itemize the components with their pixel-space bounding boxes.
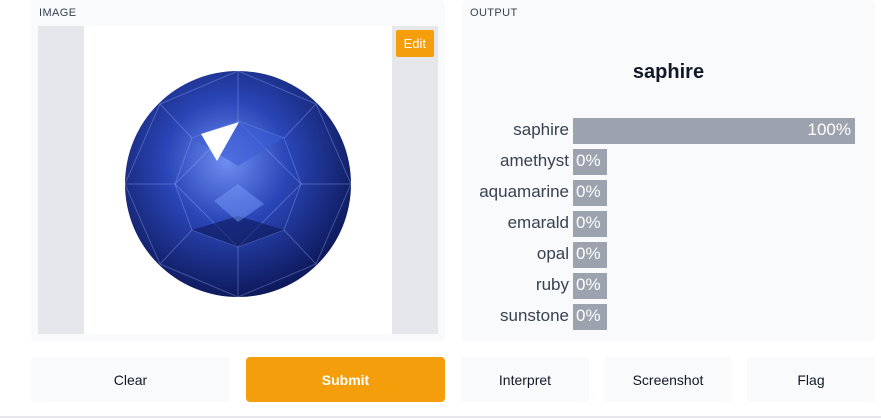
confidence-percent: 0% [576, 275, 601, 294]
uploaded-image [84, 26, 392, 334]
image-frame[interactable]: Edit [38, 26, 438, 334]
flag-button[interactable]: Flag [747, 357, 875, 402]
confidence-percent: 100% [807, 120, 851, 139]
confidence-row: amethyst 0% [462, 149, 875, 175]
submit-button[interactable]: Submit [246, 357, 445, 402]
confidence-percent: 0% [576, 151, 601, 170]
confidence-percent: 0% [576, 182, 601, 201]
image-label: IMAGE [39, 7, 77, 19]
class-name: opal [536, 244, 569, 263]
confidence-bar: 0% [573, 149, 607, 175]
confidence-row: emarald 0% [462, 211, 875, 237]
confidence-bar: 0% [573, 304, 607, 330]
confidence-percent: 0% [576, 213, 601, 232]
class-name: amethyst [500, 151, 569, 170]
screenshot-button[interactable]: Screenshot [604, 357, 732, 402]
confidence-row: opal 0% [462, 242, 875, 268]
confidence-bar: 0% [573, 242, 607, 268]
sapphire-gem-image [124, 70, 352, 298]
interpret-button[interactable]: Interpret [461, 357, 589, 402]
class-name: saphire [513, 120, 569, 139]
class-name: sunstone [500, 306, 569, 325]
divider [0, 416, 881, 418]
confidence-row: saphire 100% [462, 118, 875, 144]
confidence-percent: 0% [576, 244, 601, 263]
confidence-percent: 0% [576, 306, 601, 325]
output-panel: OUTPUT saphire saphire 100% amethyst 0% aqua… [462, 0, 875, 341]
confidence-bar: 0% [573, 273, 607, 299]
edit-button[interactable]: Edit [395, 30, 434, 57]
confidence-row: aquamarine 0% [462, 180, 875, 206]
class-name: emarald [507, 213, 569, 232]
predicted-label: saphire [632, 61, 705, 83]
image-input-panel: IMAGE Edit [31, 0, 445, 341]
confidence-bar: 100% [573, 118, 855, 144]
confidence-row: sunstone 0% [462, 304, 875, 330]
confidence-bar: 0% [573, 211, 607, 237]
confidence-row: ruby 0% [462, 273, 875, 299]
class-name: ruby [535, 275, 569, 294]
output-label: OUTPUT [470, 7, 518, 19]
confidence-bar: 0% [573, 180, 607, 206]
class-name: aquamarine [479, 182, 569, 201]
clear-button[interactable]: Clear [31, 357, 230, 402]
